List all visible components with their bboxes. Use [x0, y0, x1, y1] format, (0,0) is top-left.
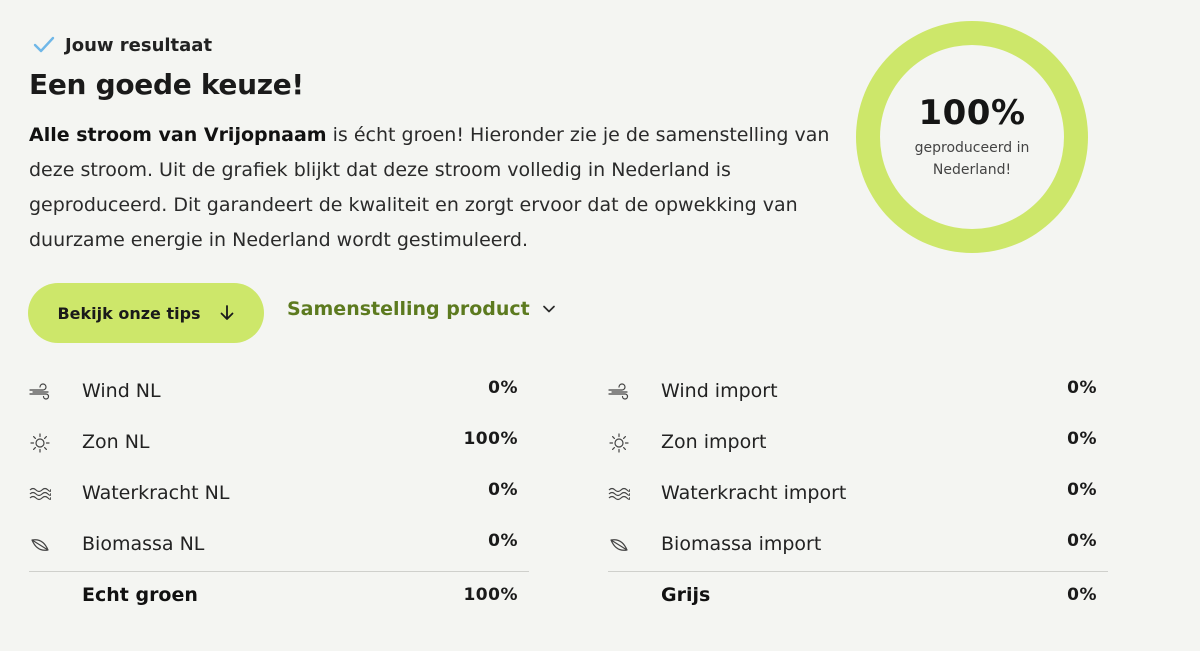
table-row: Waterkracht NL 0%	[29, 468, 529, 519]
page-title: Een goede keuze!	[29, 68, 304, 101]
result-heading: Jouw resultaat	[33, 34, 212, 56]
view-tips-button[interactable]: Bekijk onze tips	[28, 283, 264, 343]
result-label: Jouw resultaat	[65, 34, 213, 56]
row-label: Waterkracht NL	[82, 482, 230, 504]
import-composition-table: Wind import 0% Zon import 0% Waterkracht…	[608, 366, 1108, 620]
row-label: Zon import	[661, 431, 767, 453]
wind-icon	[608, 383, 629, 400]
row-label: Biomassa import	[661, 533, 822, 555]
table-row: Biomassa import 0%	[608, 519, 1108, 570]
table-row: Waterkracht import 0%	[608, 468, 1108, 519]
ring-caption: geproduceerd in Nederland!	[914, 140, 1030, 178]
production-ring: 100% geproduceerd in Nederland!	[856, 21, 1088, 253]
row-label: Wind import	[661, 380, 778, 402]
row-value: 0%	[488, 531, 518, 551]
row-value: 0%	[1067, 378, 1097, 398]
composition-label: Samenstelling product	[287, 298, 530, 320]
table-row: Biomassa NL 0%	[29, 519, 529, 570]
total-label: Grijs	[661, 584, 711, 606]
wind-icon	[29, 383, 50, 400]
netherlands-composition-table: Wind NL 0% Zon NL 100% Waterkracht NL 0%…	[29, 366, 529, 620]
ring-percentage: 100%	[918, 93, 1026, 133]
waves-icon	[608, 487, 630, 501]
total-row: Grijs 0%	[608, 572, 1108, 620]
table-row: Zon import 0%	[608, 417, 1108, 468]
row-label: Biomassa NL	[82, 533, 205, 555]
composition-dropdown[interactable]: Samenstelling product	[287, 298, 556, 320]
table-row: Wind NL 0%	[29, 366, 529, 417]
row-value: 100%	[463, 429, 518, 449]
row-label: Zon NL	[82, 431, 150, 453]
intro-paragraph: Alle stroom van Vrijopnaam is écht groen…	[29, 118, 849, 258]
leaf-icon	[31, 539, 49, 551]
total-label: Echt groen	[82, 584, 198, 606]
intro-bold-text: Alle stroom van Vrijopnaam	[29, 124, 327, 146]
ring-center: 100% geproduceerd in Nederland!	[880, 45, 1064, 229]
leaf-icon	[610, 539, 628, 551]
sun-icon	[609, 433, 629, 453]
row-value: 0%	[1067, 480, 1097, 500]
row-value: 0%	[1067, 429, 1097, 449]
tips-button-label: Bekijk onze tips	[57, 303, 201, 323]
row-value: 0%	[1067, 531, 1097, 551]
arrow-down-icon	[220, 305, 233, 320]
table-row: Wind import 0%	[608, 366, 1108, 417]
chevron-down-icon	[542, 305, 555, 313]
sun-icon	[30, 433, 50, 453]
total-row: Echt groen 100%	[29, 572, 529, 620]
row-label: Waterkracht import	[661, 482, 847, 504]
row-value: 0%	[488, 480, 518, 500]
row-value: 0%	[488, 378, 518, 398]
waves-icon	[29, 487, 51, 501]
total-value: 100%	[463, 585, 518, 605]
checkmark-icon	[33, 36, 55, 53]
total-value: 0%	[1067, 585, 1097, 605]
table-row: Zon NL 100%	[29, 417, 529, 468]
row-label: Wind NL	[82, 380, 161, 402]
